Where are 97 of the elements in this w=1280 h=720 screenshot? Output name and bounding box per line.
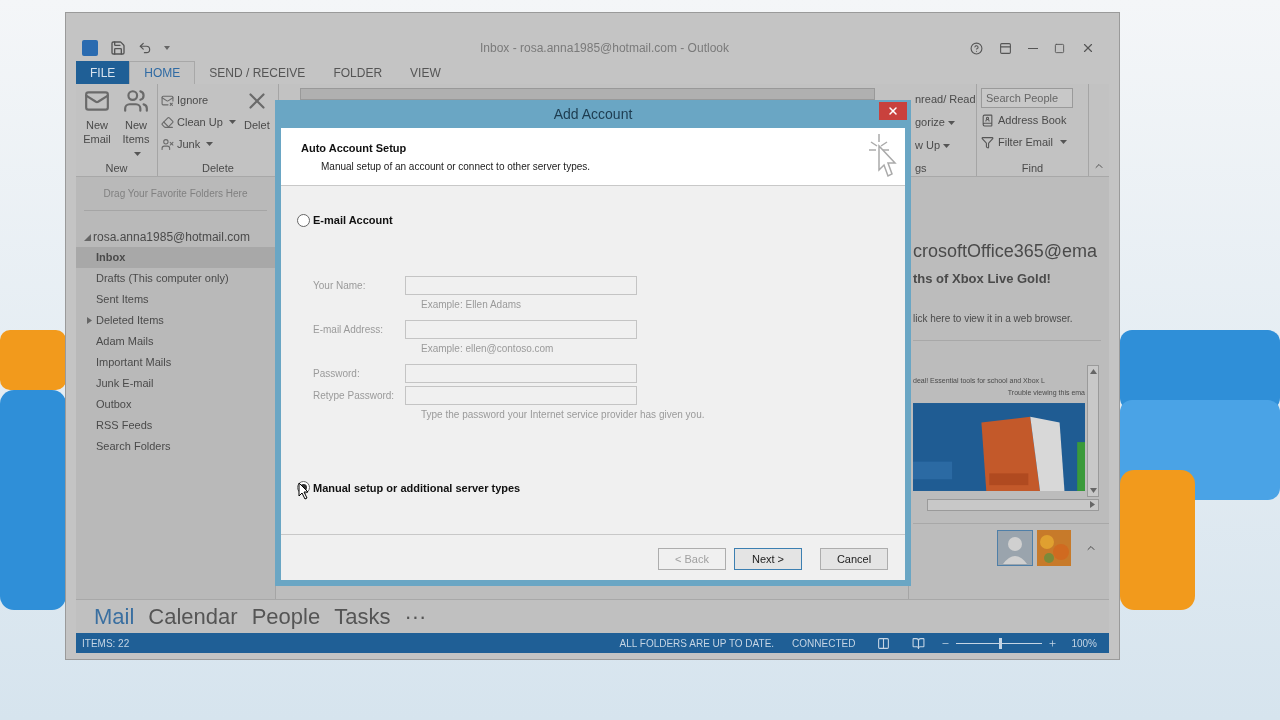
zoom-reading: 100% [1071, 636, 1097, 651]
zoom-in-icon[interactable] [1048, 638, 1058, 648]
scrollbar[interactable] [1087, 364, 1099, 497]
zoom-thumb[interactable] [999, 637, 1003, 649]
caret-icon [206, 142, 214, 146]
nav-link[interactable]: Mail [94, 603, 135, 630]
radio-button[interactable] [297, 213, 310, 227]
folder-item[interactable]: Outbox [76, 394, 275, 415]
dialog-button[interactable]: Cancel [820, 548, 888, 570]
ribbon-button[interactable]: Junk [161, 134, 236, 154]
field-label: Retype Password: [313, 388, 396, 403]
ribbon-tab[interactable]: FOLDER [319, 61, 397, 84]
close-icon[interactable] [1081, 41, 1095, 55]
nav-link[interactable]: Tasks [334, 603, 391, 630]
ribbon-button[interactable]: New Items [118, 88, 154, 160]
ribbon-icon [161, 93, 174, 107]
sync-status: ALL FOLDERS ARE UP TO DATE. [619, 636, 775, 651]
close-button[interactable] [879, 102, 907, 120]
search-field[interactable]: Search People [981, 88, 1073, 108]
ribbon-icon [123, 88, 149, 114]
option-label[interactable]: Manual setup or additional server types [313, 479, 521, 496]
ribbon-display-icon[interactable] [999, 41, 1012, 55]
ribbon-icon [161, 115, 174, 129]
dialog-button[interactable]: Next > [734, 548, 802, 570]
ribbon-tab[interactable]: FILE [76, 61, 130, 84]
folder-item[interactable]: Important Mails [76, 352, 275, 373]
ribbon-button[interactable]: gorize [915, 111, 976, 133]
field-hint: Example: ellen@contoso.com [421, 341, 555, 356]
folder-item[interactable]: RSS Feeds [76, 415, 275, 436]
avatar-icon[interactable] [997, 529, 1033, 566]
nav-link[interactable]: People [251, 603, 321, 630]
reading-view-icon[interactable] [912, 636, 926, 650]
scrollbar[interactable] [927, 498, 1099, 511]
folder-item[interactable]: Deleted Items [76, 310, 275, 331]
nav-link[interactable]: ··· [404, 603, 427, 630]
caret-icon [134, 152, 141, 157]
caret-icon [1060, 140, 1067, 144]
ribbon-button[interactable]: Filter Email [981, 132, 1084, 152]
field-label: Your Name: [313, 278, 367, 293]
ribbon-tab[interactable]: HOME [129, 61, 196, 84]
connection-status: CONNECTED [792, 636, 856, 651]
group-label: gs [915, 161, 928, 176]
group-label: New [104, 161, 129, 176]
group-label: Find [1020, 161, 1045, 176]
ribbon-button[interactable]: New Email [79, 88, 115, 146]
expanded-arrow-icon[interactable] [84, 233, 91, 241]
ribbon-icon [981, 113, 994, 127]
undo-icon[interactable] [138, 41, 152, 55]
folder-item[interactable]: Drafts (This computer only) [76, 268, 275, 289]
ribbon-button[interactable]: Clean Up [161, 112, 236, 132]
dialog-subheading: Manual setup of an account or connect to other server types. [320, 159, 592, 174]
folder-item[interactable]: Junk E-mail [76, 373, 275, 394]
minimize-icon[interactable] [1028, 47, 1038, 49]
help-icon[interactable] [970, 41, 983, 55]
folder-item[interactable]: Search Folders [76, 436, 275, 457]
folder-item[interactable]: Adam Mails [76, 331, 275, 352]
scroll-up-icon[interactable] [1089, 367, 1097, 375]
ribbon-button[interactable]: Address Book [981, 110, 1084, 130]
ribbon-button[interactable]: nread/ Read [915, 88, 976, 110]
field-hint: Example: Ellen Adams [421, 297, 523, 312]
ribbon-button[interactable]: w Up [915, 134, 976, 156]
field-label: E-mail Address: [313, 322, 385, 337]
ribbon-icon [84, 88, 110, 114]
collapsed-arrow-icon[interactable] [86, 317, 93, 324]
folder-item[interactable]: Inbox [76, 247, 275, 268]
ribbon-tab[interactable]: VIEW [396, 61, 455, 84]
nav-link[interactable]: Calendar [148, 603, 238, 630]
save-icon[interactable] [110, 40, 126, 56]
dialog-heading: Auto Account Setup [301, 141, 408, 156]
ribbon-icon [981, 135, 994, 149]
caret-icon [947, 121, 955, 126]
field-hint: Type the password your Internet service provider has given you. [421, 407, 706, 422]
scroll-right-icon[interactable] [1089, 501, 1096, 508]
maximize-icon[interactable] [1054, 42, 1065, 54]
ribbon-button[interactable]: Delet [238, 88, 275, 132]
account-name[interactable]: rosa.anna1985@hotmail.com [93, 228, 250, 246]
zoom-slider[interactable] [956, 637, 1043, 649]
window-title: Inbox - rosa.anna1985@hotmail.com - Outlook [480, 40, 729, 57]
folder-item[interactable]: Sent Items [76, 289, 275, 310]
close-icon [887, 105, 899, 117]
sender-address: crosoftOffice365@ema [913, 240, 1099, 263]
group-label: Delete [201, 161, 235, 176]
item-count: ITEMS: 22 [82, 636, 130, 651]
caret-icon [943, 144, 951, 149]
customize-toolbar-icon[interactable] [164, 46, 170, 50]
dialog-title: Add Account [553, 104, 633, 124]
caret-icon [228, 120, 236, 124]
view-in-browser-notice: lick here to view it in a web browser. [913, 311, 1074, 326]
option-label[interactable]: E-mail Account [313, 212, 393, 229]
ribbon-button[interactable]: Ignore [161, 90, 236, 110]
normal-view-icon[interactable] [877, 636, 891, 650]
ribbon-tab[interactable]: SEND / RECEIVE [195, 61, 320, 84]
scroll-down-icon[interactable] [1089, 486, 1097, 494]
email-subject: ths of Xbox Live Gold! [913, 270, 1052, 288]
field-label: Password: [313, 366, 361, 381]
cursor-sparkle-icon [867, 132, 897, 178]
ribbon-icon [161, 137, 174, 151]
